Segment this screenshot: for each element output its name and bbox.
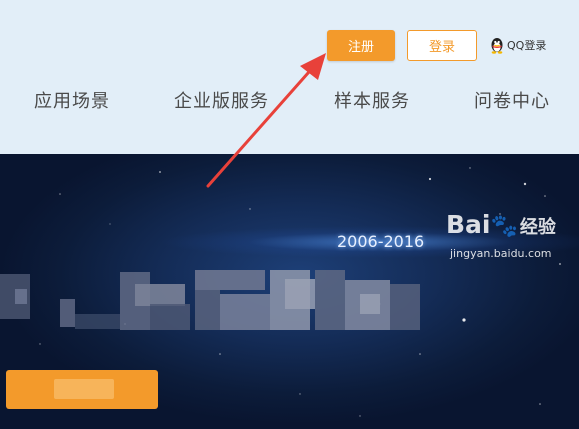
baidu-jingyan-watermark: Bai🐾 经验 jingyan.baidu.com bbox=[446, 210, 579, 272]
watermark-url: jingyan.baidu.com bbox=[450, 247, 552, 260]
watermark-logo: Bai🐾 经验 bbox=[446, 210, 556, 239]
